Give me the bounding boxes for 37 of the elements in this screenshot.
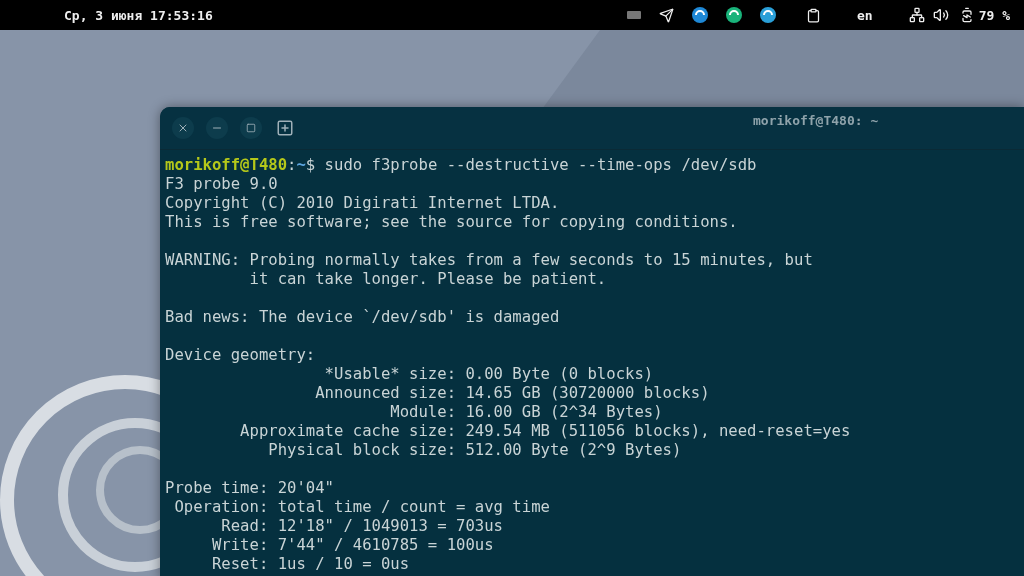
output-line: Module: 16.00 GB (2^34 Bytes)	[389, 403, 663, 421]
prompt-user: morikoff@T480	[165, 156, 288, 174]
plus-icon	[276, 119, 294, 137]
app-icon[interactable]	[692, 7, 709, 23]
output-line: it can take longer. Please be patient.	[248, 270, 607, 288]
output-line: Operation: total time / count = avg time	[173, 498, 550, 516]
output-line: Read: 12'18" / 1049013 = 703us	[220, 517, 503, 535]
prompt-path: ~	[296, 156, 306, 174]
prompt-colon: :	[287, 156, 297, 174]
maximize-button[interactable]	[240, 117, 262, 139]
output-line: Write: 7'44" / 4610785 = 100us	[210, 536, 494, 554]
output-line: Copyright (C) 2010 Digirati Internet LTDA.	[165, 194, 560, 212]
output-line: Approximate cache size: 249.54 MB (511056 blocks), need-reset=yes	[239, 422, 851, 440]
command-text: $ sudo f3probe --destructive --time-ops /dev/sdb	[305, 156, 757, 174]
output-line: F3 probe 9.0	[165, 175, 278, 193]
window-title: morikoff@T480: ~	[753, 112, 879, 128]
output-line: Probe time: 20'04"	[165, 479, 334, 497]
minimize-button[interactable]	[206, 117, 228, 139]
output-line: Reset: 1us / 10 = 0us	[210, 555, 410, 573]
volume-icon[interactable]	[932, 7, 949, 23]
output-line: Bad news: The device `/dev/sdb' is damaged	[165, 308, 560, 326]
keyboard-layout[interactable]: en	[857, 7, 873, 23]
network-icon[interactable]	[908, 7, 925, 23]
close-icon	[177, 122, 189, 134]
app-icon[interactable]	[760, 7, 777, 23]
output-line: WARNING: Probing normally takes from a few seconds to 15 minutes, but	[165, 251, 813, 269]
output-line: This is free software; see the source for copying conditions.	[165, 213, 738, 231]
close-button[interactable]	[172, 117, 194, 139]
battery-level[interactable]: 79 %	[978, 7, 1010, 23]
output-line: *Usable* size: 0.00 Byte (0 blocks)	[323, 365, 654, 383]
output-line: Announced size: 14.65 GB (30720000 blocks)	[314, 384, 710, 402]
maximize-icon	[246, 123, 256, 133]
paper-plane-icon[interactable]	[659, 7, 675, 23]
clock[interactable]: Ср, 3 июня 17:53:16	[64, 7, 213, 23]
clipboard-icon[interactable]	[806, 7, 822, 23]
output-line: Physical block size: 512.00 Byte (2^9 Bytes)	[267, 441, 682, 459]
output-line: Device geometry:	[165, 346, 316, 364]
